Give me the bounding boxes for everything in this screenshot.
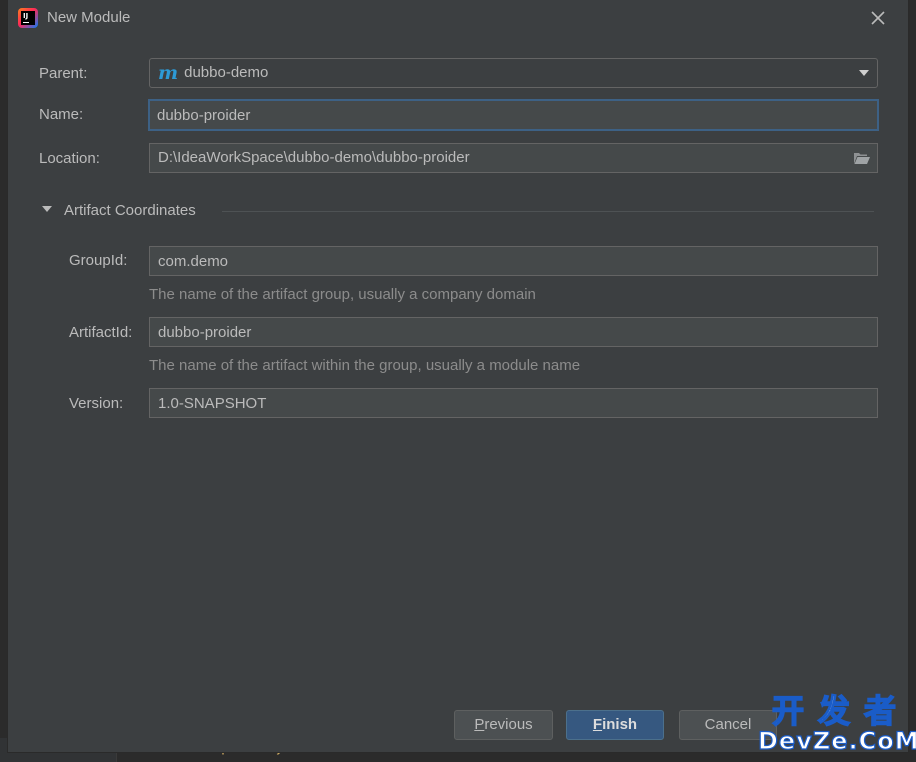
artifact-section-title[interactable]: Artifact Coordinates	[64, 202, 196, 219]
folder-open-icon[interactable]	[853, 151, 871, 165]
close-icon	[871, 11, 885, 25]
dialog-titlebar: IJ New Module	[8, 0, 908, 36]
version-input[interactable]	[149, 388, 878, 418]
parent-combobox[interactable]: m dubbo-demo	[149, 58, 878, 88]
name-label: Name:	[39, 106, 84, 123]
section-divider	[222, 211, 874, 212]
groupid-label: GroupId:	[69, 252, 128, 269]
chevron-down-icon	[859, 70, 869, 76]
version-label: Version:	[69, 395, 124, 412]
location-value: D:\IdeaWorkSpace\dubbo-demo\dubbo-proide…	[158, 149, 470, 166]
maven-module-icon: m	[158, 62, 179, 84]
finish-button[interactable]: Finish	[566, 710, 664, 740]
groupid-hint: The name of the artifact group, usually …	[149, 286, 536, 303]
new-module-dialog: IJ New Module Parent: m dubbo-demo Name: …	[8, 0, 908, 752]
close-button[interactable]	[866, 6, 890, 30]
artifactid-hint: The name of the artifact within the grou…	[149, 357, 581, 374]
artifactid-input[interactable]	[149, 317, 878, 347]
parent-label: Parent:	[39, 65, 88, 82]
intellij-app-icon: IJ	[18, 8, 38, 28]
dialog-title: New Module	[47, 9, 131, 26]
watermark-line1: 开发者	[771, 692, 911, 730]
previous-button[interactable]: Previous	[454, 710, 553, 740]
artifactid-label: ArtifactId:	[69, 324, 133, 341]
location-input[interactable]: D:\IdeaWorkSpace\dubbo-demo\dubbo-proide…	[149, 143, 878, 173]
watermark-line2: DevZe.CoM	[757, 727, 916, 755]
devze-watermark: 开发者 DevZe.CoM	[757, 692, 916, 756]
groupid-input[interactable]	[149, 246, 878, 276]
parent-value: dubbo-demo	[184, 64, 269, 81]
name-input[interactable]	[148, 99, 879, 131]
collapse-triangle-icon[interactable]	[42, 206, 52, 212]
location-label: Location:	[39, 150, 100, 167]
